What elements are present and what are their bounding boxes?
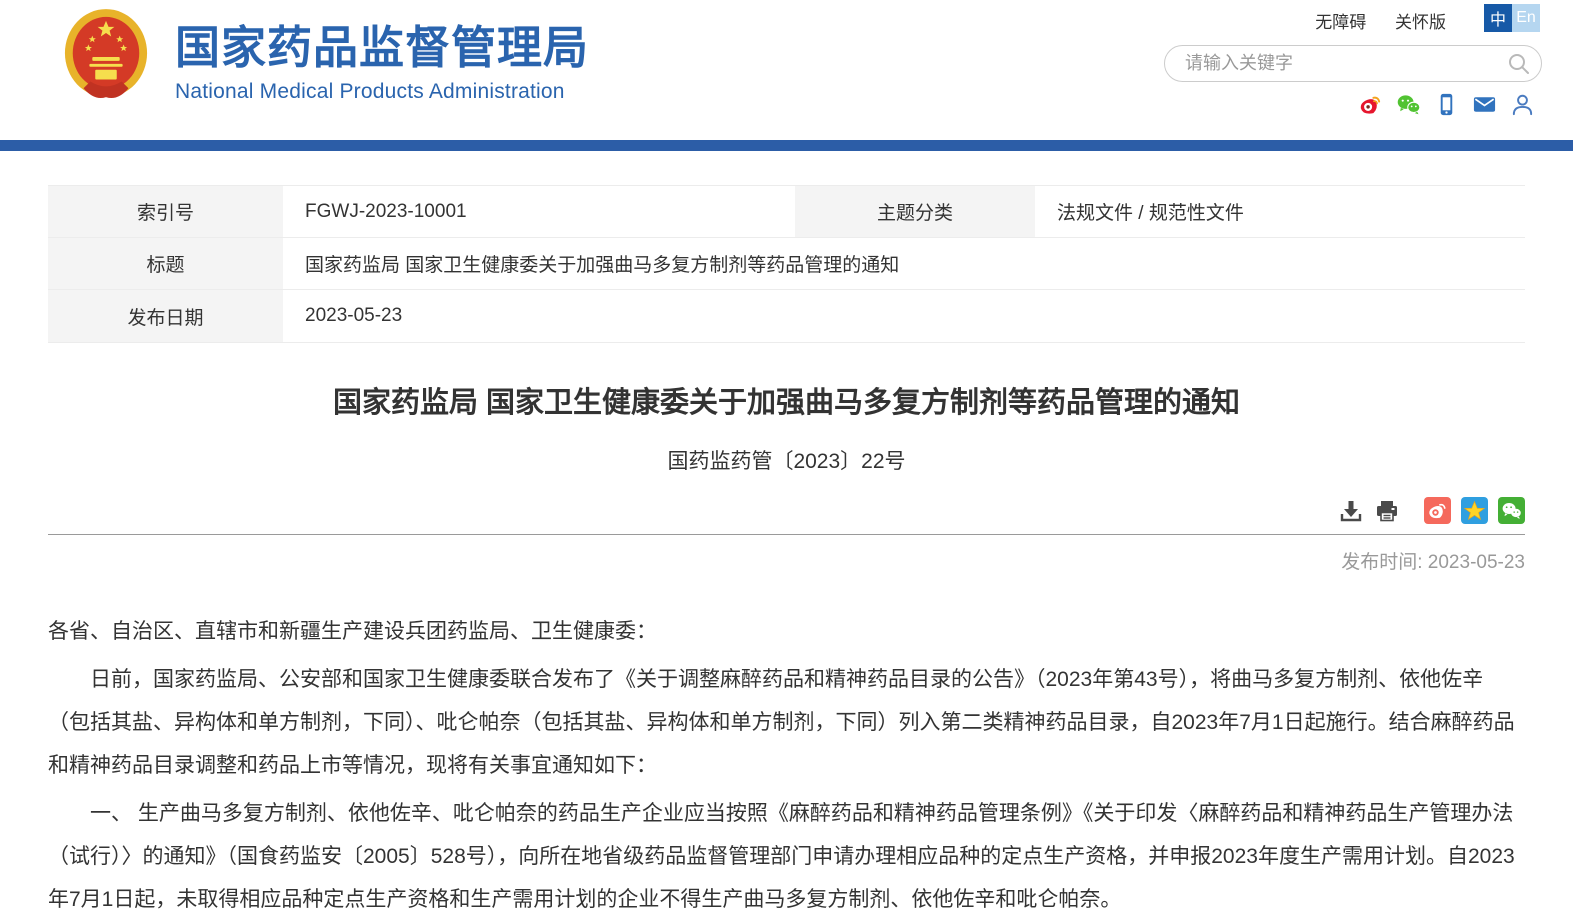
search-box — [1164, 45, 1542, 82]
search-input[interactable] — [1165, 53, 1497, 74]
meta-label-title: 标题 — [48, 238, 283, 290]
share-qzone-star-icon — [1463, 499, 1486, 522]
body-paragraph-intro: 日前，国家药监局、公安部和国家卫生健康委联合发布了《关于调整麻醉药品和精神药品目… — [48, 658, 1525, 787]
accessibility-link[interactable]: 无障碍 — [1315, 13, 1366, 32]
meta-label-category: 主题分类 — [795, 186, 1035, 238]
weibo-icon[interactable] — [1358, 92, 1383, 117]
body-paragraph-item-1: 一、 生产曲马多复方制剂、依他佐辛、吡仑帕奈的药品生产企业应当按照《麻醉药品和精… — [48, 792, 1525, 921]
share-wechat-icon — [1501, 500, 1522, 521]
publish-time-label: 发布时间: — [1341, 552, 1422, 573]
header-social-row — [1358, 92, 1535, 117]
share-weibo-icon — [1427, 500, 1448, 521]
account-icon[interactable] — [1510, 92, 1535, 117]
article-body: 各省、自治区、直辖市和新疆生产建设兵团药监局、卫生健康委： 日前，国家药监局、公… — [48, 610, 1525, 921]
meta-value-category: 法规文件 / 规范性文件 — [1035, 186, 1525, 238]
share-qzone-button[interactable] — [1461, 497, 1488, 524]
share-wechat-button[interactable] — [1498, 497, 1525, 524]
utility-links: 无障碍 关怀版 — [1291, 8, 1446, 33]
care-version-link[interactable]: 关怀版 — [1395, 13, 1446, 32]
meta-label-pubdate: 发布日期 — [48, 290, 283, 342]
document-meta-table: 索引号 FGWJ-2023-10001 主题分类 法规文件 / 规范性文件 标题… — [48, 185, 1525, 343]
national-emblem-logo — [62, 8, 150, 106]
meta-value-pubdate: 2023-05-23 — [283, 290, 1525, 342]
mail-icon[interactable] — [1472, 92, 1497, 117]
title-divider — [48, 534, 1525, 535]
share-weibo-button[interactable] — [1424, 497, 1451, 524]
site-title-zh: 国家药品监督管理局 — [175, 22, 589, 74]
publish-time-value: 2023-05-23 — [1428, 552, 1525, 573]
print-icon[interactable] — [1374, 498, 1400, 524]
mobile-icon[interactable] — [1434, 92, 1459, 117]
search-icon — [1507, 52, 1531, 76]
publish-time: 发布时间: 2023-05-23 — [48, 547, 1525, 574]
share-toolbar — [48, 497, 1525, 524]
document-page: 索引号 FGWJ-2023-10001 主题分类 法规文件 / 规范性文件 标题… — [0, 185, 1573, 921]
lang-zh-button[interactable]: 中 — [1484, 4, 1512, 32]
download-icon[interactable] — [1338, 498, 1364, 524]
page-title: 国家药监局 国家卫生健康委关于加强曲马多复方制剂等药品管理的通知 — [48, 379, 1525, 421]
search-button[interactable] — [1497, 46, 1541, 81]
wechat-icon[interactable] — [1396, 92, 1421, 117]
meta-label-index: 索引号 — [48, 186, 283, 238]
meta-value-index: FGWJ-2023-10001 — [283, 186, 795, 238]
body-paragraph-salutation: 各省、自治区、直辖市和新疆生产建设兵团药监局、卫生健康委： — [48, 610, 1525, 653]
language-switcher: 中 En — [1484, 4, 1540, 32]
site-brand: 国家药品监督管理局 National Medical Products Admi… — [175, 22, 589, 104]
document-number: 国药监药管〔2023〕22号 — [48, 445, 1525, 475]
meta-value-title: 国家药监局 国家卫生健康委关于加强曲马多复方制剂等药品管理的通知 — [283, 238, 1525, 290]
site-header: 国家药品监督管理局 National Medical Products Admi… — [0, 0, 1573, 140]
site-title-en: National Medical Products Administration — [175, 80, 589, 104]
lang-en-button[interactable]: En — [1512, 4, 1540, 32]
main-navbar — [0, 140, 1573, 151]
